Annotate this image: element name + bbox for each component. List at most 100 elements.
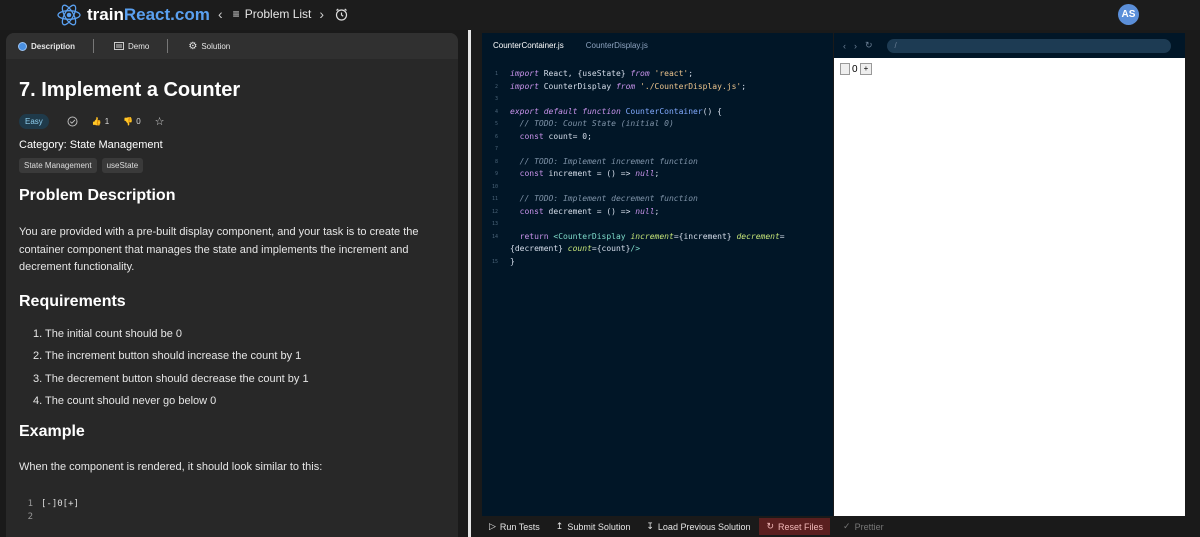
download-icon: ↧ bbox=[646, 521, 654, 531]
action-bar: ▷ Run Tests ↥ Submit Solution ↧ Load Pre… bbox=[482, 516, 1200, 537]
timer-icon[interactable] bbox=[334, 7, 349, 22]
code-line: 12 const decrement = () => null; bbox=[491, 206, 660, 216]
tag-list: State Management useState bbox=[19, 158, 445, 173]
forward-icon[interactable]: › bbox=[854, 41, 857, 51]
like-count: 1 bbox=[104, 117, 110, 126]
problem-tabs: Description Demo ⚙ Solution bbox=[6, 33, 458, 59]
code-line: 13 bbox=[491, 221, 498, 227]
code-line: 3 bbox=[494, 96, 498, 102]
code-line: 5 // TODO: Count State (initial 0) bbox=[494, 119, 674, 128]
run-tests-label: Run Tests bbox=[499, 521, 540, 532]
thumbs-up-icon: 👍 bbox=[91, 117, 102, 126]
code-editor[interactable]: CounterContainer.js CounterDisplay.js 1i… bbox=[482, 33, 833, 516]
next-problem-icon[interactable]: › bbox=[319, 6, 324, 22]
tab-description[interactable]: Description bbox=[18, 41, 76, 51]
tab-solution[interactable]: ⚙ Solution bbox=[188, 41, 230, 52]
problem-panel: Description Demo ⚙ Solution 7. Implement… bbox=[6, 33, 458, 537]
like-button[interactable]: 👍 1 bbox=[92, 117, 109, 126]
requirements-list: 1. The initial count should be 0 2. The … bbox=[19, 328, 445, 418]
back-icon[interactable]: ‹ bbox=[843, 41, 846, 51]
tag-usestate[interactable]: useState bbox=[101, 158, 144, 173]
increment-button[interactable]: + bbox=[859, 63, 873, 75]
preview-url-input[interactable]: / bbox=[886, 38, 1171, 53]
example-code: 1 [-]0[+] 2 bbox=[11, 498, 445, 524]
list-item: 4. The count should never go below 0 bbox=[33, 395, 217, 407]
list-icon: ≡ bbox=[232, 7, 240, 21]
user-avatar[interactable]: AS bbox=[1118, 4, 1139, 25]
tab-demo-label: Demo bbox=[128, 41, 150, 51]
reset-icon: ↻ bbox=[766, 521, 775, 531]
favorite-button[interactable]: ☆ bbox=[155, 115, 165, 128]
code-line: 4 export default function CounterContaine… bbox=[494, 106, 722, 116]
category-label: Category: State Management bbox=[19, 139, 163, 151]
tab-counter-container[interactable]: CounterContainer.js bbox=[493, 41, 564, 50]
gear-icon: ⚙ bbox=[188, 40, 198, 52]
code-line: 1 import React, {useState} from 'react'; bbox=[494, 69, 694, 78]
thumbs-down-icon: 👎 bbox=[123, 117, 134, 126]
tab-counter-display[interactable]: CounterDisplay.js bbox=[586, 41, 648, 50]
problem-content: 7. Implement a Counter Easy 👍 1 👎 0 ☆ Ca… bbox=[6, 59, 458, 524]
prettier-button[interactable]: ✓ Prettier bbox=[836, 518, 891, 535]
tab-description-label: Description bbox=[31, 41, 76, 51]
tab-demo[interactable]: Demo bbox=[114, 42, 149, 51]
dislike-button[interactable]: 👎 0 bbox=[123, 117, 140, 126]
code-line: 9 const increment = () => null; bbox=[494, 169, 660, 178]
code-line: 14 return <CounterDisplay increment={inc… bbox=[491, 231, 785, 241]
code-line: 2 bbox=[27, 512, 33, 522]
problem-list-label: Problem List bbox=[244, 7, 312, 21]
list-item: 1. The initial count should be 0 bbox=[33, 327, 183, 340]
page-title: 7. Implement a Counter bbox=[19, 79, 241, 101]
brand-name: trainReact.com bbox=[87, 5, 210, 24]
reset-files-button[interactable]: ↻ Reset Files bbox=[759, 518, 831, 535]
code-line: 7 bbox=[494, 146, 498, 152]
problem-nav: ‹ ≡ Problem List › bbox=[218, 6, 349, 22]
code-line: {decrement} count={count}/> bbox=[510, 244, 641, 253]
star-icon: ☆ bbox=[154, 116, 165, 128]
brand-logo[interactable]: trainReact.com bbox=[56, 2, 210, 28]
run-tests-button[interactable]: ▷ Run Tests bbox=[482, 518, 547, 535]
decrement-button[interactable] bbox=[840, 63, 850, 75]
code-line: 8 // TODO: Implement increment function bbox=[494, 156, 698, 166]
problem-meta: Easy 👍 1 👎 0 ☆ bbox=[19, 114, 445, 129]
play-icon: ▷ bbox=[489, 521, 496, 531]
submit-button[interactable]: ↥ Submit Solution bbox=[549, 518, 638, 535]
difficulty-badge: Easy bbox=[19, 114, 49, 129]
load-previous-button[interactable]: ↧ Load Previous Solution bbox=[639, 518, 757, 535]
example-text: When the component is rendered, it shoul… bbox=[19, 460, 323, 473]
code-line: 11 // TODO: Implement decrement function bbox=[491, 194, 698, 203]
tab-solution-label: Solution bbox=[201, 41, 231, 51]
tab-divider bbox=[93, 39, 95, 53]
list-item: 2. The increment button should increase … bbox=[33, 350, 302, 362]
refresh-icon[interactable]: ↻ bbox=[865, 40, 873, 51]
prev-problem-icon[interactable]: ‹ bbox=[218, 6, 223, 22]
submit-label: Submit Solution bbox=[567, 521, 631, 532]
requirements-heading: Requirements bbox=[19, 292, 126, 310]
reset-files-label: Reset Files bbox=[778, 521, 824, 532]
code-area[interactable]: 1 import React, {useState} from 'react'; … bbox=[482, 58, 833, 268]
example-heading: Example bbox=[19, 422, 85, 440]
code-line: 15} bbox=[491, 256, 515, 266]
top-bar: trainReact.com ‹ ≡ Problem List › AS bbox=[0, 0, 1200, 30]
check-icon: ✓ bbox=[843, 521, 851, 531]
tab-divider bbox=[167, 39, 169, 53]
list-item: 3. The decrement button should decrease … bbox=[33, 372, 309, 385]
description-heading: Problem Description bbox=[19, 187, 176, 204]
editor-tabs: CounterContainer.js CounterDisplay.js bbox=[482, 33, 833, 58]
preview-content: 0 + bbox=[834, 58, 1185, 80]
grid-icon bbox=[114, 42, 125, 50]
code-line: 1 [-]0[+] bbox=[27, 499, 79, 509]
react-icon bbox=[57, 4, 81, 26]
info-icon bbox=[18, 41, 27, 51]
load-previous-label: Load Previous Solution bbox=[657, 521, 751, 532]
description-text: You are provided with a pre-built displa… bbox=[19, 226, 419, 273]
tag-state-management[interactable]: State Management bbox=[19, 158, 97, 173]
code-line: 2 import CounterDisplay from './CounterDi… bbox=[494, 81, 747, 91]
panel-resize-handle[interactable] bbox=[468, 30, 471, 537]
solved-status[interactable] bbox=[67, 116, 78, 127]
check-circle-icon bbox=[67, 116, 78, 127]
preview-panel: ‹ › ↻ / 0 + bbox=[834, 33, 1185, 516]
code-line: 10 bbox=[491, 183, 498, 190]
prettier-label: Prettier bbox=[854, 521, 884, 532]
problem-list-link[interactable]: ≡ Problem List bbox=[233, 7, 312, 21]
code-line: 6 const count= 0; bbox=[494, 131, 592, 141]
